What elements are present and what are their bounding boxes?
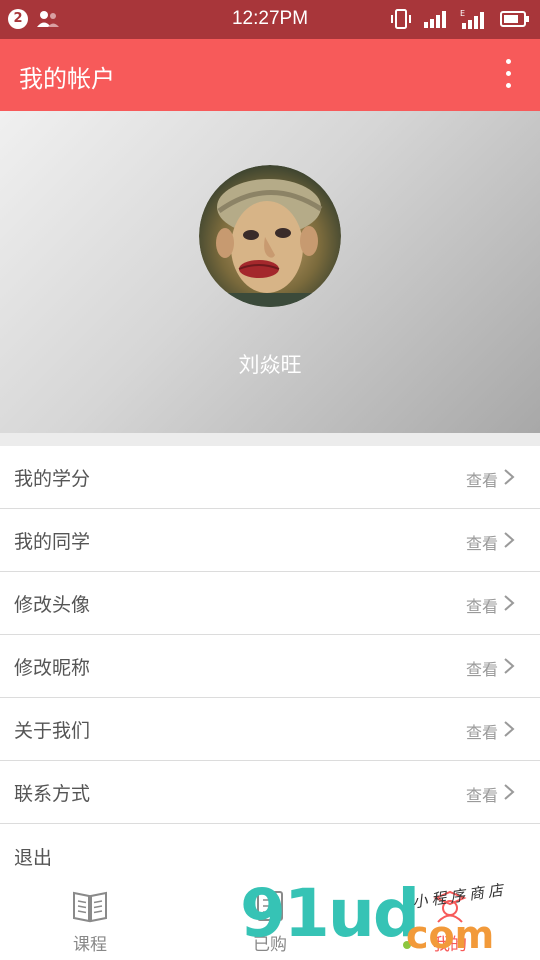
chevron-right-icon [504,469,515,485]
tab-label: 已购 [253,935,287,955]
tab-label: 我的 [433,935,467,955]
menu-item-label: 修改头像 [14,594,91,616]
section-divider [0,433,540,446]
menu-item-classmates[interactable]: 我的同学 查看 [0,509,540,572]
menu-item-label: 我的学分 [14,468,91,490]
chevron-right-icon [504,532,515,548]
menu-item-action: 查看 [465,786,498,805]
chevron-right-icon [504,721,515,737]
page-title: 我的帐户 [19,65,115,93]
avatar[interactable] [199,165,341,307]
menu-item-change-avatar[interactable]: 修改头像 查看 [0,572,540,635]
menu-item-label: 我的同学 [14,531,91,553]
account-menu: 我的学分 查看 我的同学 查看 修改头像 查看 修改昵称 查看 关于我们 查看 … [0,446,540,824]
menu-item-about-us[interactable]: 关于我们 查看 [0,698,540,761]
menu-item-action: 查看 [465,723,498,742]
menu-item-change-nickname[interactable]: 修改昵称 查看 [0,635,540,698]
menu-item-label: 联系方式 [14,783,91,805]
menu-item-label: 修改昵称 [14,657,91,679]
chevron-right-icon [504,784,515,800]
menu-item-action: 查看 [465,597,498,616]
status-bar: 2 12:27PM E [0,0,540,39]
profile-icon [433,890,467,923]
menu-item-action: 查看 [465,471,498,490]
menu-item-contact[interactable]: 联系方式 查看 [0,761,540,824]
svg-text:E: E [460,9,465,18]
book-icon [73,891,107,923]
profile-header: 刘焱旺 [0,111,540,433]
signal-icon-2: E [460,9,484,29]
bottom-tab-bar: 课程 已购 我的 [0,879,540,960]
username: 刘焱旺 [238,353,302,377]
menu-item-label: 关于我们 [14,720,91,742]
menu-item-action: 查看 [465,534,498,553]
tab-purchased[interactable]: 已购 [180,879,360,960]
tab-courses[interactable]: 课程 [0,879,180,960]
signal-icon-1 [424,11,446,28]
menu-item-credits[interactable]: 我的学分 查看 [0,446,540,509]
status-icons: E [390,8,530,30]
chevron-right-icon [504,595,515,611]
purchased-icon [257,891,283,921]
menu-item-action: 查看 [465,660,498,679]
logout-label: 退出 [14,847,53,869]
vibrate-icon [391,9,411,29]
more-vert-icon[interactable] [504,59,512,91]
chevron-right-icon [504,658,515,674]
battery-icon [500,11,529,27]
app-bar: 我的帐户 [0,39,540,111]
tab-label: 课程 [73,935,107,955]
tab-mine[interactable]: 我的 [360,879,540,960]
logout-button[interactable]: 退出 [0,825,540,879]
